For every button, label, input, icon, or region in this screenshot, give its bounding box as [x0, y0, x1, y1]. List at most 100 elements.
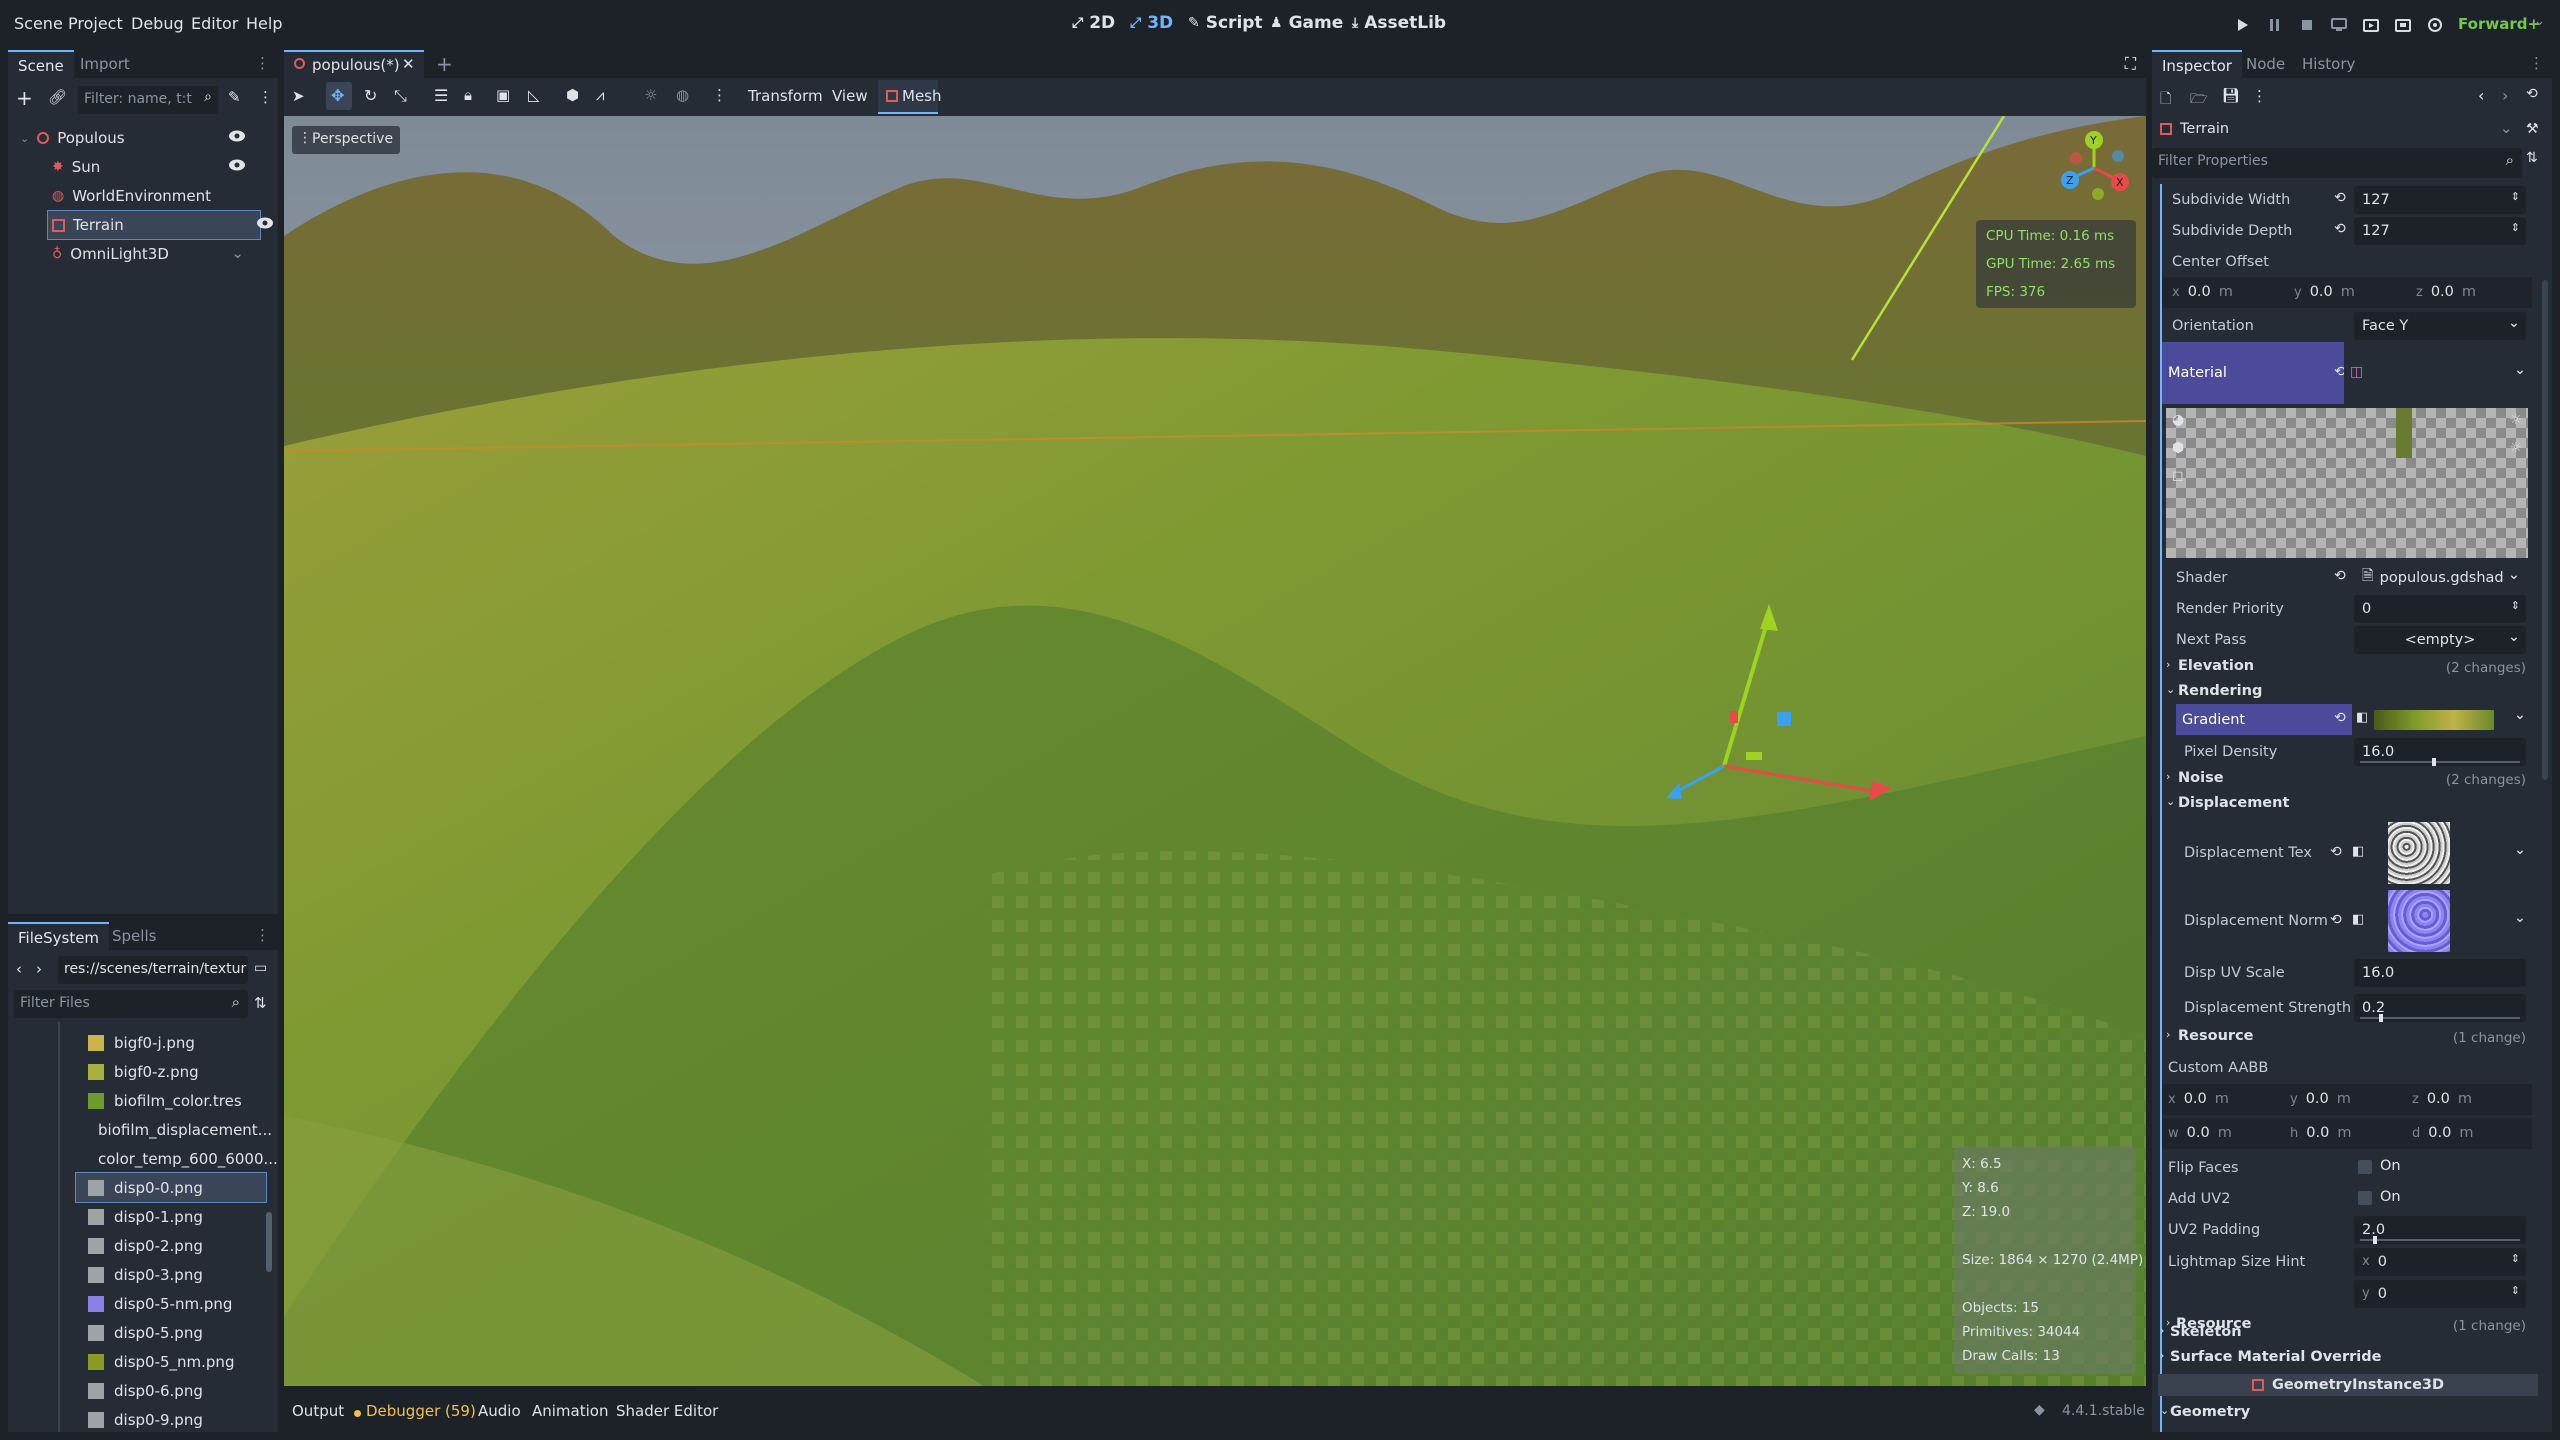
uv2-padding-slider[interactable]: 2.0	[2354, 1215, 2526, 1244]
flip-faces-checkbox[interactable]	[2358, 1160, 2372, 1174]
tab-audio[interactable]: Audio	[478, 1402, 521, 1420]
displacement-norm-picker[interactable]: ◧ ⌄	[2348, 888, 2532, 954]
tab-debugger[interactable]: Debugger (59)	[366, 1402, 476, 1420]
add-tab-icon[interactable]: +	[436, 52, 453, 76]
reset-icon[interactable]: ⟲	[2334, 221, 2346, 237]
workspace-script-button[interactable]: ✎ Script	[1188, 13, 1263, 33]
tree-node-sun[interactable]: ✸ Sun	[16, 153, 256, 181]
tree-node-terrain[interactable]: Terrain	[47, 210, 261, 240]
add-node-icon[interactable]: +	[16, 86, 33, 110]
section-resource[interactable]: › Resource (1 change)	[2162, 1024, 2532, 1050]
lightmap-x-field[interactable]: x 0 ⇕	[2354, 1247, 2526, 1276]
quad-preview-icon[interactable]: ◻	[2172, 468, 2184, 484]
menu-help[interactable]: Help	[246, 14, 282, 33]
play-custom-scene-icon[interactable]	[2392, 14, 2414, 36]
chevron-down-icon[interactable]: ⌄	[231, 244, 244, 262]
menu-dots-icon[interactable]: ⋮	[258, 88, 273, 106]
file-item[interactable]: disp0-6.png	[8, 1376, 270, 1405]
file-item[interactable]: biofilm_color.tres	[8, 1086, 270, 1115]
file-item[interactable]: disp0-5.png	[8, 1318, 270, 1347]
spinner-icon[interactable]: ⇕	[2511, 190, 2520, 203]
expand-icon[interactable]: ⌄	[20, 132, 29, 145]
remote-debug-icon[interactable]	[2328, 14, 2350, 36]
menu-dots-icon[interactable]: ⋮	[2252, 87, 2267, 105]
ruler-icon[interactable]: ◺	[528, 86, 540, 104]
center-offset-y-field[interactable]: y 0.0 m	[2294, 284, 2355, 300]
save-icon[interactable]: 💾︎	[2222, 88, 2240, 104]
orientation-dropdown[interactable]: Face Y ⌄	[2354, 311, 2526, 340]
aabb-w-field[interactable]: w 0.0 m	[2168, 1125, 2232, 1141]
section-surface-material-override[interactable]: › Surface Material Override	[2158, 1345, 2538, 1371]
file-item[interactable]: biofilm_displacement...	[8, 1115, 272, 1144]
sort-icon[interactable]: ⇅	[254, 994, 267, 1012]
section-rendering[interactable]: ⌄ Rendering	[2162, 679, 2532, 705]
pause-icon[interactable]	[2264, 14, 2286, 36]
aabb-z-field[interactable]: z 0.0 m	[2412, 1091, 2472, 1107]
section-noise[interactable]: › Noise (2 changes)	[2162, 766, 2532, 792]
subdivide-depth-field[interactable]: 127 ⇕	[2354, 216, 2526, 245]
displacement-tex-picker[interactable]: ◧ ⌄	[2348, 820, 2532, 886]
menu-dots-icon[interactable]: ⋮	[712, 86, 727, 104]
tab-spells[interactable]: Spells	[102, 922, 166, 950]
object-history-icon[interactable]: ⟲	[2526, 86, 2538, 102]
aabb-d-field[interactable]: d 0.0 m	[2412, 1125, 2473, 1141]
file-item[interactable]: disp0-1.png	[8, 1202, 270, 1231]
tab-shader-editor[interactable]: Shader Editor	[616, 1402, 718, 1420]
tree-node-omnilight3d[interactable]: ♁ OmniLight3D ⌄	[16, 240, 256, 268]
workspace-game-button[interactable]: ♟ Game	[1270, 13, 1343, 33]
menu-debug[interactable]: Debug	[131, 14, 184, 33]
file-item[interactable]: disp0-5-nm.png	[8, 1289, 270, 1318]
workspace-assetlib-button[interactable]: ⤓ AssetLib	[1352, 13, 1446, 33]
object-selector[interactable]: Terrain ⌄ ⚒	[2152, 116, 2552, 146]
file-item[interactable]: bigf0-z.png	[8, 1057, 270, 1086]
spinner-icon[interactable]: ⇕	[2511, 221, 2520, 234]
history-forward-icon[interactable]: ›	[2502, 86, 2508, 105]
reset-icon[interactable]: ⟲	[2334, 190, 2346, 206]
workspace-3d-button[interactable]: ⤢ 3D	[1130, 13, 1173, 33]
aabb-x-field[interactable]: x 0.0 m	[2168, 1091, 2229, 1107]
transform-menu[interactable]: Transform	[748, 87, 823, 105]
stop-icon[interactable]	[2296, 14, 2318, 36]
scene-tab-populous[interactable]: populous(*) ✕	[284, 50, 424, 78]
wrench-icon[interactable]: ⚒	[2526, 121, 2539, 137]
pixel-density-slider[interactable]: 16.0	[2354, 737, 2526, 766]
sort-icon[interactable]: ⇅	[2526, 150, 2538, 166]
script-attach-icon[interactable]: ✎	[228, 88, 241, 106]
forward-icon[interactable]: ›	[36, 960, 42, 978]
movie-maker-icon[interactable]	[2424, 14, 2446, 36]
disp-uv-scale-field[interactable]: 16.0	[2354, 958, 2526, 987]
list-select-icon[interactable]: ☰	[434, 86, 448, 105]
slider-handle[interactable]	[2379, 1013, 2384, 1022]
scale-tool-icon[interactable]: ⤡	[394, 86, 407, 106]
reset-icon[interactable]: ⟲	[2330, 912, 2342, 928]
slider-handle[interactable]	[2432, 757, 2436, 766]
fullscreen-icon[interactable]: ⛶	[2125, 54, 2136, 74]
menu-editor[interactable]: Editor	[191, 14, 238, 33]
visibility-eye-icon[interactable]	[228, 158, 246, 172]
section-elevation[interactable]: › Elevation (2 changes)	[2162, 654, 2532, 680]
add-uv2-checkbox[interactable]	[2358, 1191, 2372, 1205]
tab-history[interactable]: History	[2292, 50, 2365, 78]
light1-toggle-icon[interactable]: ☼	[2509, 412, 2522, 428]
rotate-tool-icon[interactable]: ↻	[364, 86, 377, 105]
section-skeleton[interactable]: › Skeleton	[2158, 1320, 2538, 1346]
renderer-selector[interactable]: Forward+	[2458, 15, 2540, 33]
subdivide-width-field[interactable]: 127 ⇕	[2354, 185, 2526, 214]
workspace-2d-button[interactable]: ⤢ 2D	[1072, 13, 1115, 33]
tab-node[interactable]: Node	[2236, 50, 2295, 78]
tab-animation[interactable]: Animation	[532, 1402, 608, 1420]
spinner-icon[interactable]: ⇕	[2511, 1252, 2520, 1265]
file-item[interactable]: bigf0-j.png	[8, 1028, 270, 1057]
snap-icon[interactable]: ⩘	[596, 86, 604, 104]
layout-toggle-icon[interactable]: ▭	[254, 960, 267, 976]
file-item[interactable]: disp0-2.png	[8, 1231, 270, 1260]
tab-scene[interactable]: Scene	[8, 50, 74, 78]
lightmap-y-field[interactable]: y 0 ⇕	[2354, 1279, 2526, 1308]
new-resource-icon[interactable]: 🗋	[2160, 88, 2171, 112]
play-icon[interactable]	[2232, 14, 2254, 36]
visibility-eye-icon[interactable]	[256, 216, 274, 230]
spinner-icon[interactable]: ⇕	[2511, 1284, 2520, 1297]
tab-import[interactable]: Import	[70, 50, 140, 78]
material-picker[interactable]: ◫ ⌄	[2344, 342, 2532, 404]
reset-icon[interactable]: ⟲	[2330, 844, 2342, 860]
